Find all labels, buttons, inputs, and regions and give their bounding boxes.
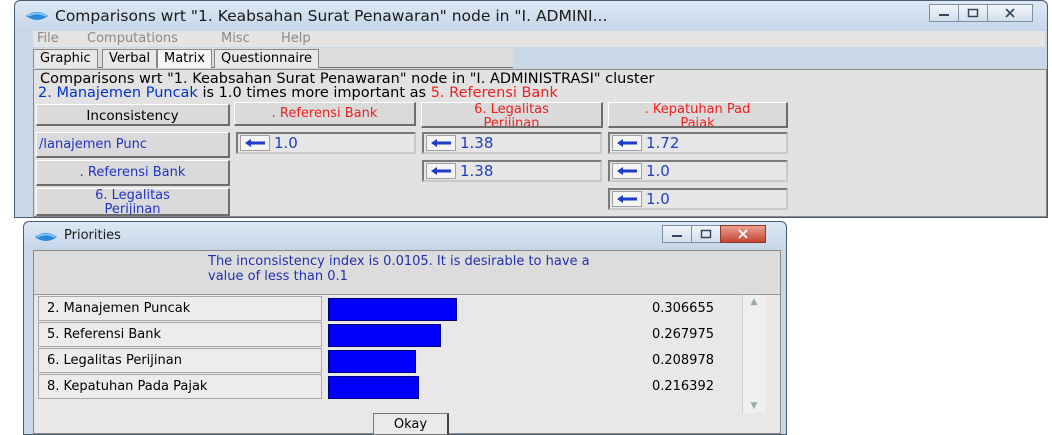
row-header-legalitas-perijinan[interactable]: 6. Legalitas Perijinan [36,188,230,216]
comparison-matrix: Inconsistency . Referensi Bank 6. Legali… [34,102,814,218]
matrix-cell[interactable]: 1.38 [422,160,602,182]
menu-computations[interactable]: Computations [87,31,178,46]
close-icon [1005,8,1015,18]
title-bar[interactable]: Comparisons wrt "1. Keabsahan Surat Pena… [15,1,1047,31]
priority-label: 6. Legalitas Perijinan [38,348,322,373]
arrow-left-icon [617,167,637,175]
judgment-right-node: 5. Referensi Bank [430,85,558,101]
priority-row: 5. Referensi Bank 0.267975 [38,322,764,347]
maximize-icon [700,229,712,239]
tab-verbal[interactable]: Verbal [102,49,158,68]
priorities-title: Priorities [64,228,121,243]
tab-questionnaire[interactable]: Questionnaire [214,49,320,68]
priority-label: 5. Referensi Bank [38,322,322,347]
direction-toggle-button[interactable] [612,135,642,151]
arrow-left-icon [431,167,451,175]
window-controls [662,225,766,243]
column-header-legalitas-perijinan[interactable]: 6. Legalitas Perijinan [421,102,603,128]
menu-file[interactable]: File [37,31,59,46]
minimize-button[interactable] [662,225,692,243]
app-logo-icon [26,12,48,20]
direction-toggle-button[interactable] [612,163,642,179]
scroll-up-arrow-icon[interactable]: ▲ [747,297,761,307]
direction-toggle-button[interactable] [426,163,456,179]
row-header-manajemen-puncak[interactable]: /lanajemen Punc [36,132,230,158]
matrix-cell[interactable]: 1.72 [608,132,788,154]
column-header-kepatuhan-pajak[interactable]: . Kepatuhan Pad Pajak [608,102,788,128]
priority-label: 2. Manajemen Puncak [38,296,322,321]
priority-row: 6. Legalitas Perijinan 0.208978 [38,348,764,373]
matrix-cell[interactable]: 1.0 [608,160,788,182]
close-button[interactable] [720,225,766,243]
priority-value: 0.306655 [651,301,714,316]
app-logo-icon [35,233,57,241]
priority-value: 0.267975 [651,327,714,342]
tab-bar: Graphic Verbal Matrix Questionnaire [33,48,513,68]
minimize-button[interactable] [929,4,959,22]
arrow-left-icon [617,139,637,147]
priority-value: 0.208978 [651,353,714,368]
inconsistency-message-box: The inconsistency index is 0.0105. It is… [34,251,780,295]
cell-value: 1.38 [460,162,494,180]
cell-value: 1.72 [646,134,680,152]
cell-value: 1.38 [460,134,494,152]
cell-value: 1.0 [646,162,670,180]
matrix-cell[interactable]: 1.0 [608,188,788,210]
maximize-icon [967,8,979,18]
window-controls [929,4,1033,22]
close-button[interactable] [987,4,1033,22]
priorities-window: Priorities The inconsistency index is 0.… [23,221,787,435]
priorities-panel: The inconsistency index is 0.0105. It is… [33,250,781,435]
arrow-left-icon [617,195,637,203]
vertical-scrollbar[interactable]: ▲ ▼ [742,295,766,413]
priority-row: 2. Manajemen Puncak 0.306655 [38,296,764,321]
arrow-left-icon [245,139,265,147]
direction-toggle-button[interactable] [240,135,270,151]
priority-bar [328,298,457,321]
matrix-panel: Comparisons wrt "1. Keabsahan Surat Pena… [33,69,1047,217]
arrow-left-icon [431,139,451,147]
direction-toggle-button[interactable] [426,135,456,151]
priorities-title-bar[interactable]: Priorities [24,222,786,250]
judgment-verbal: is 1.0 times more important as [197,85,431,101]
column-header-referensi-bank[interactable]: . Referensi Bank [234,102,416,126]
minimize-icon [672,235,682,237]
row-header-referensi-bank[interactable]: . Referensi Bank [36,160,230,186]
judgment-statement: 2. Manajemen Puncak is 1.0 times more im… [38,85,558,101]
tab-graphic[interactable]: Graphic [33,49,98,68]
menu-misc[interactable]: Misc [221,31,250,46]
maximize-button[interactable] [691,225,721,243]
close-icon [738,229,748,239]
priority-bar [328,376,419,399]
matrix-cell[interactable]: 1.38 [422,132,602,154]
priority-label: 8. Kepatuhan Pada Pajak [38,374,322,399]
priority-value: 0.216392 [651,379,714,394]
inconsistency-button[interactable]: Inconsistency [36,104,230,126]
priority-row: 8. Kepatuhan Pada Pajak 0.216392 [38,374,764,399]
comparison-window: Comparisons wrt "1. Keabsahan Surat Pena… [14,0,1048,218]
minimize-icon [939,14,949,16]
maximize-button[interactable] [958,4,988,22]
window-title: Comparisons wrt "1. Keabsahan Surat Pena… [55,7,608,25]
menu-bar: File Computations Misc Help [33,31,1045,47]
inconsistency-message: The inconsistency index is 0.0105. It is… [208,254,590,284]
priority-bar [328,324,441,347]
priority-bar [328,350,416,373]
judgment-left-node: 2. Manajemen Puncak [38,85,198,101]
direction-toggle-button[interactable] [612,191,642,207]
cell-value: 1.0 [646,190,670,208]
cell-value: 1.0 [274,134,298,152]
tab-matrix[interactable]: Matrix [157,49,212,68]
okay-button[interactable]: Okay [373,413,449,435]
scroll-down-arrow-icon[interactable]: ▼ [747,401,761,411]
menu-help[interactable]: Help [281,31,311,46]
matrix-cell[interactable]: 1.0 [236,132,416,154]
